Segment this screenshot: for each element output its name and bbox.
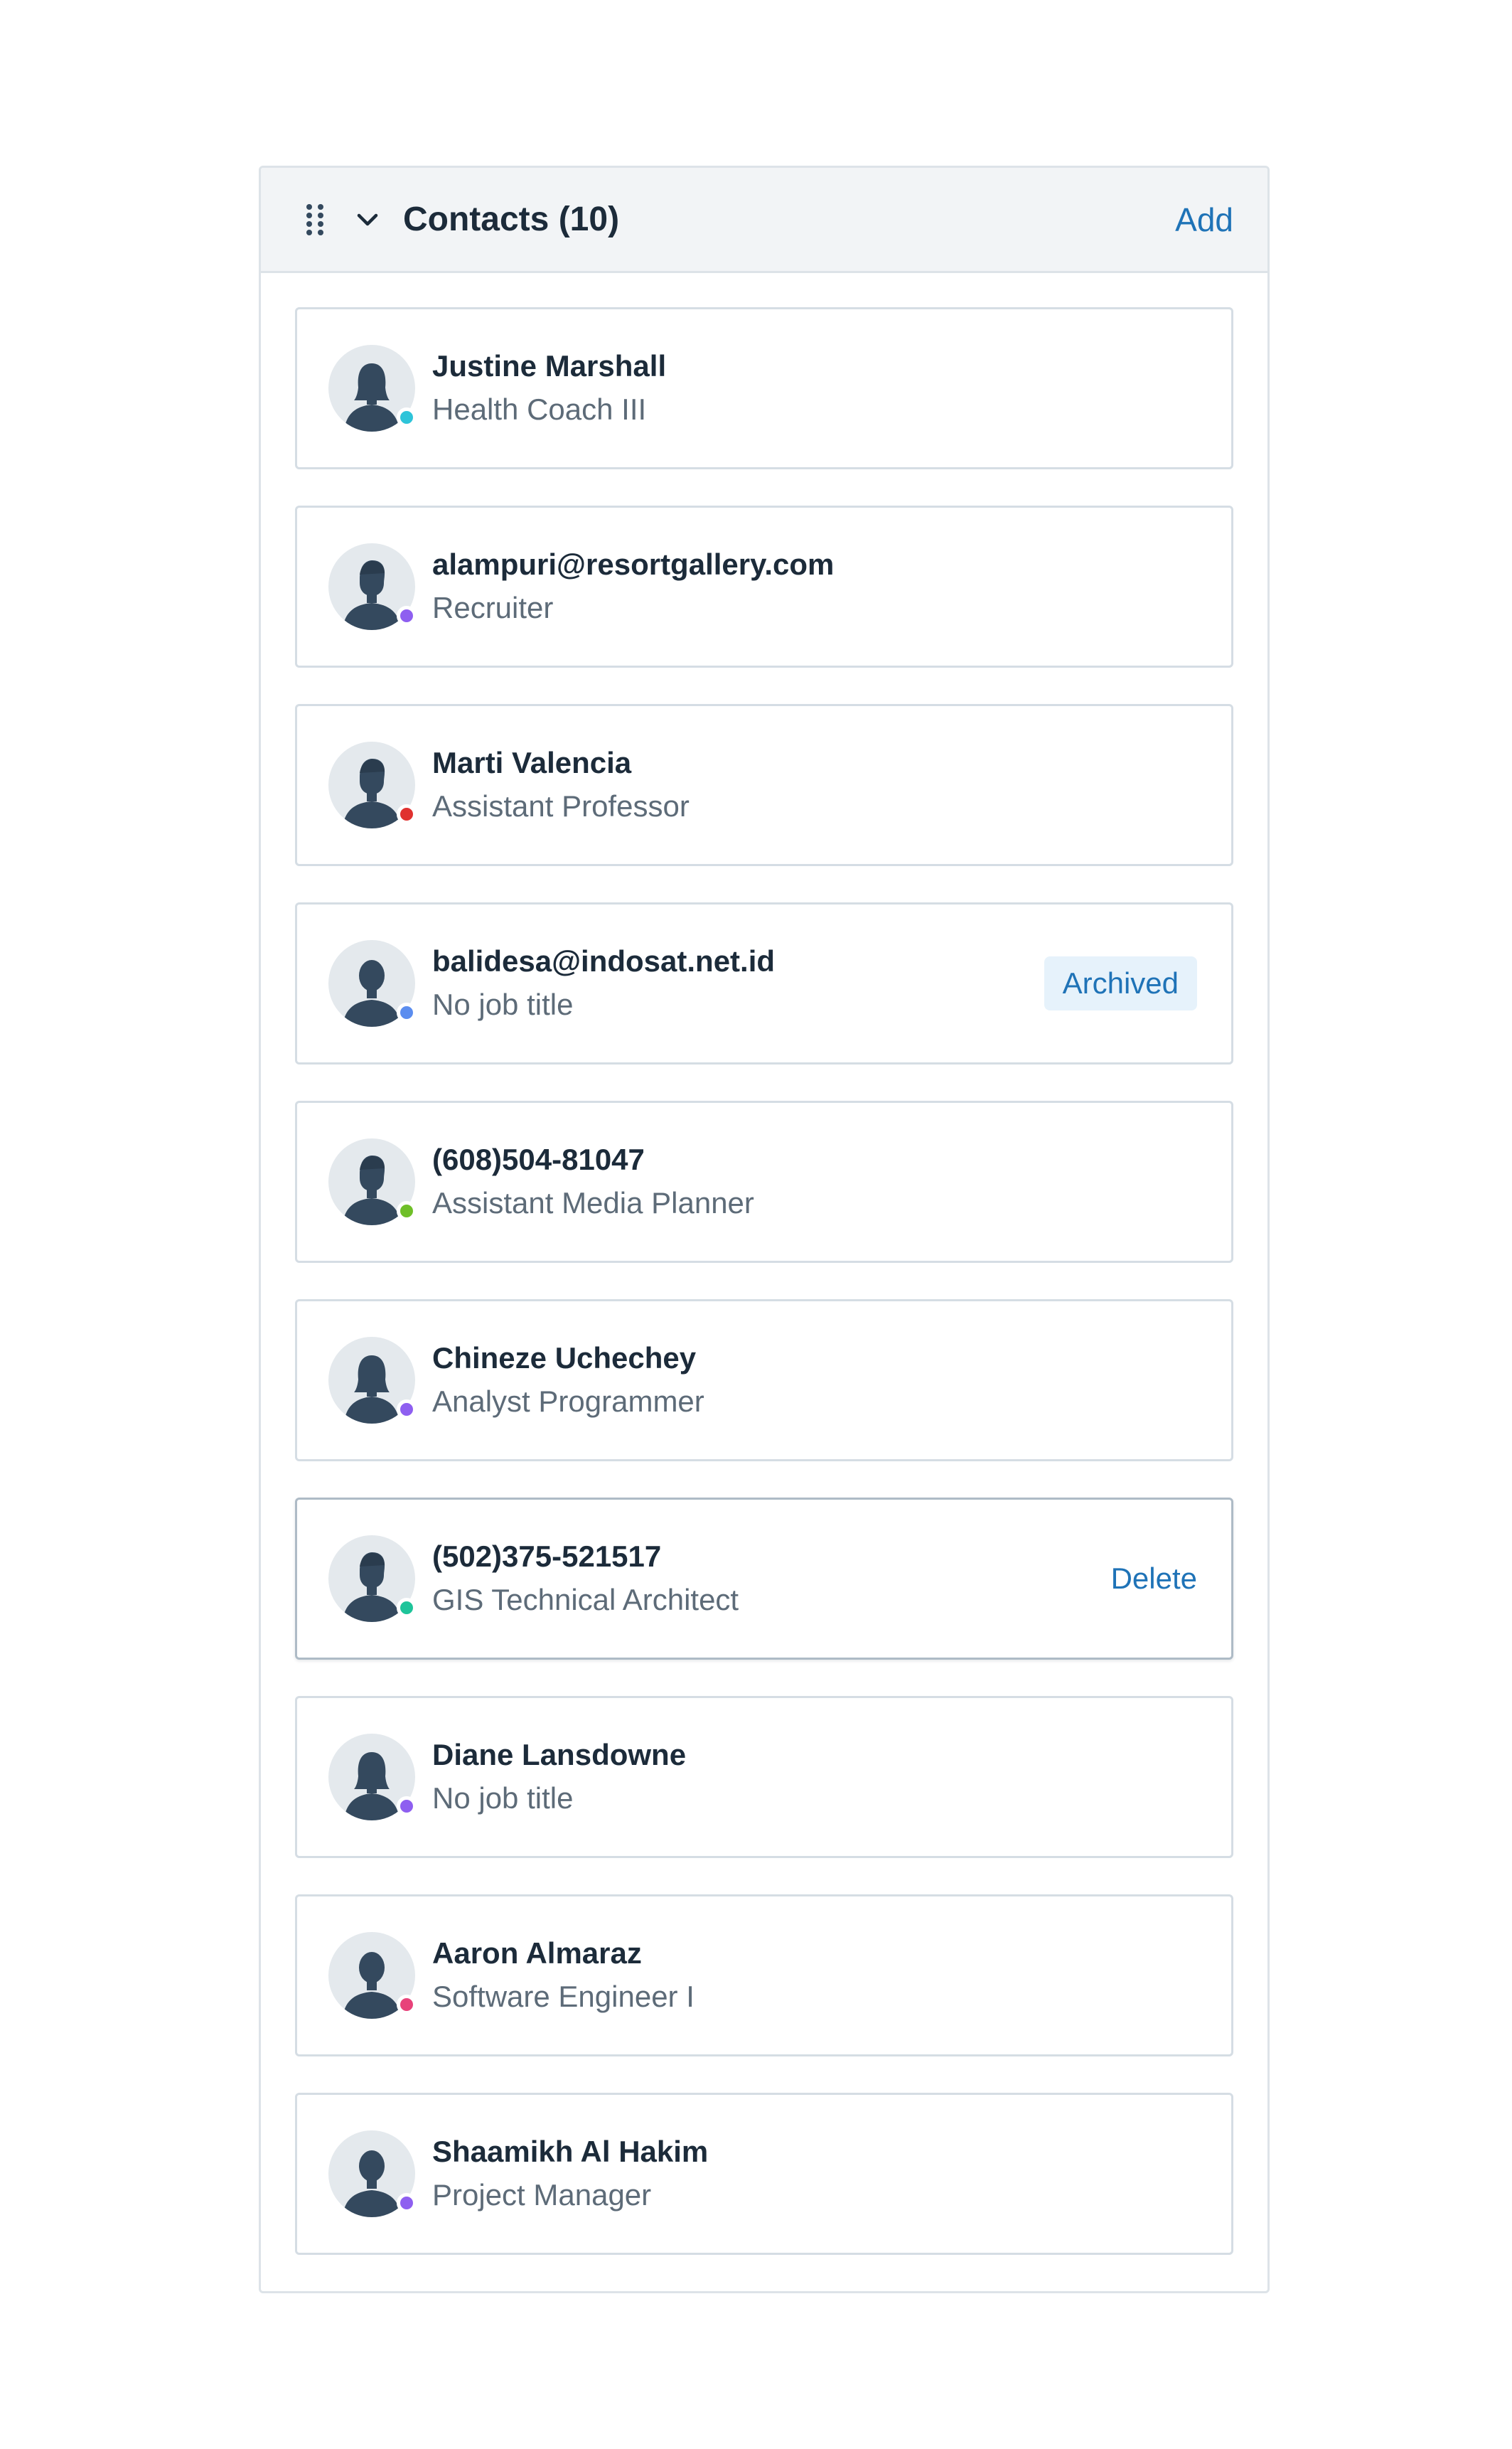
contact-info: Justine Marshall Health Coach III: [432, 345, 1197, 432]
contacts-panel: Contacts (10) Add Justine Marshall Health…: [259, 166, 1270, 2293]
panel-header: Contacts (10) Add: [261, 168, 1267, 273]
contact-info: (608)504-81047 Assistant Media Planner: [432, 1138, 1197, 1225]
status-dot-icon: [397, 407, 417, 427]
status-dot-icon: [397, 1995, 417, 2015]
contact-name: Diane Lansdowne: [432, 1738, 687, 1771]
contact-info: Marti Valencia Assistant Professor: [432, 742, 1197, 828]
contact-name: (608)504-81047: [432, 1143, 645, 1176]
contact-job-title: Assistant Professor: [432, 789, 690, 823]
female-avatar-icon: [328, 345, 417, 432]
contact-name: balidesa@indosat.net.id: [432, 944, 776, 978]
contact-name: Marti Valencia: [432, 746, 632, 779]
contact-name: Justine Marshall: [432, 349, 667, 383]
contact-card[interactable]: Justine Marshall Health Coach III: [295, 307, 1233, 469]
male-avatar-icon: [328, 543, 417, 630]
contact-name: alampuri@resortgallery.com: [432, 548, 835, 581]
contact-job-title: Software Engineer I: [432, 1980, 695, 2013]
contact-info: (502)375-521517 GIS Technical Architect: [432, 1535, 1111, 1622]
contact-job-title: GIS Technical Architect: [432, 1583, 739, 1616]
contact-card[interactable]: (502)375-521517 GIS Technical Architect De…: [295, 1498, 1233, 1660]
status-dot-icon: [397, 1003, 417, 1023]
female-avatar-icon: [328, 1734, 417, 1820]
contact-info: alampuri@resortgallery.com Recruiter: [432, 543, 1197, 630]
female-avatar-icon: [328, 1337, 417, 1424]
male-avatar-icon: [328, 1535, 417, 1622]
male-avatar-icon: [328, 742, 417, 828]
contact-card[interactable]: Aaron Almaraz Software Engineer I: [295, 1894, 1233, 2056]
panel-title: Contacts (10): [403, 201, 620, 238]
contact-card[interactable]: alampuri@resortgallery.com Recruiter: [295, 506, 1233, 668]
contact-job-title: Analyst Programmer: [432, 1384, 704, 1418]
status-dot-icon: [397, 1399, 417, 1419]
contact-name: (502)375-521517: [432, 1540, 662, 1573]
contact-info: balidesa@indosat.net.id No job title: [432, 940, 1044, 1027]
contact-job-title: Project Manager: [432, 2178, 652, 2211]
contact-card[interactable]: Diane Lansdowne No job title: [295, 1696, 1233, 1858]
contact-job-title: No job title: [432, 988, 574, 1021]
contact-name: Chineze Uchechey: [432, 1341, 697, 1375]
neutral-avatar-icon: [328, 1932, 417, 2019]
status-dot-icon: [397, 1201, 417, 1221]
neutral-avatar-icon: [328, 940, 417, 1027]
status-dot-icon: [397, 1598, 417, 1618]
contact-info: Aaron Almaraz Software Engineer I: [432, 1932, 1197, 2019]
contact-name: Shaamikh Al Hakim: [432, 2135, 709, 2168]
contact-card[interactable]: Chineze Uchechey Analyst Programmer: [295, 1299, 1233, 1461]
contact-list: Justine Marshall Health Coach III alampuri…: [261, 273, 1267, 2255]
contact-job-title: No job title: [432, 1781, 574, 1815]
status-dot-icon: [397, 606, 417, 626]
contact-card[interactable]: balidesa@indosat.net.id No job title Archi…: [295, 902, 1233, 1065]
contact-job-title: Health Coach III: [432, 393, 647, 426]
contact-name: Aaron Almaraz: [432, 1936, 642, 1970]
male-avatar-icon: [328, 1138, 417, 1225]
chevron-down-icon[interactable]: [352, 204, 383, 235]
status-dot-icon: [397, 804, 417, 824]
contact-info: Shaamikh Al Hakim Project Manager: [432, 2130, 1197, 2217]
contact-card[interactable]: (608)504-81047 Assistant Media Planner: [295, 1101, 1233, 1263]
contact-job-title: Recruiter: [432, 591, 554, 624]
status-badge: Archived: [1044, 956, 1197, 1010]
contact-card[interactable]: Shaamikh Al Hakim Project Manager: [295, 2093, 1233, 2255]
contact-job-title: Assistant Media Planner: [432, 1186, 754, 1220]
drag-handle-icon[interactable]: [306, 203, 323, 235]
status-dot-icon: [397, 1796, 417, 1816]
contact-card[interactable]: Marti Valencia Assistant Professor: [295, 704, 1233, 866]
neutral-avatar-icon: [328, 2130, 417, 2217]
contact-info: Diane Lansdowne No job title: [432, 1734, 1197, 1820]
delete-contact-button[interactable]: Delete: [1111, 1562, 1197, 1596]
status-dot-icon: [397, 2193, 417, 2213]
contact-info: Chineze Uchechey Analyst Programmer: [432, 1337, 1197, 1424]
add-contact-button[interactable]: Add: [1175, 201, 1233, 239]
